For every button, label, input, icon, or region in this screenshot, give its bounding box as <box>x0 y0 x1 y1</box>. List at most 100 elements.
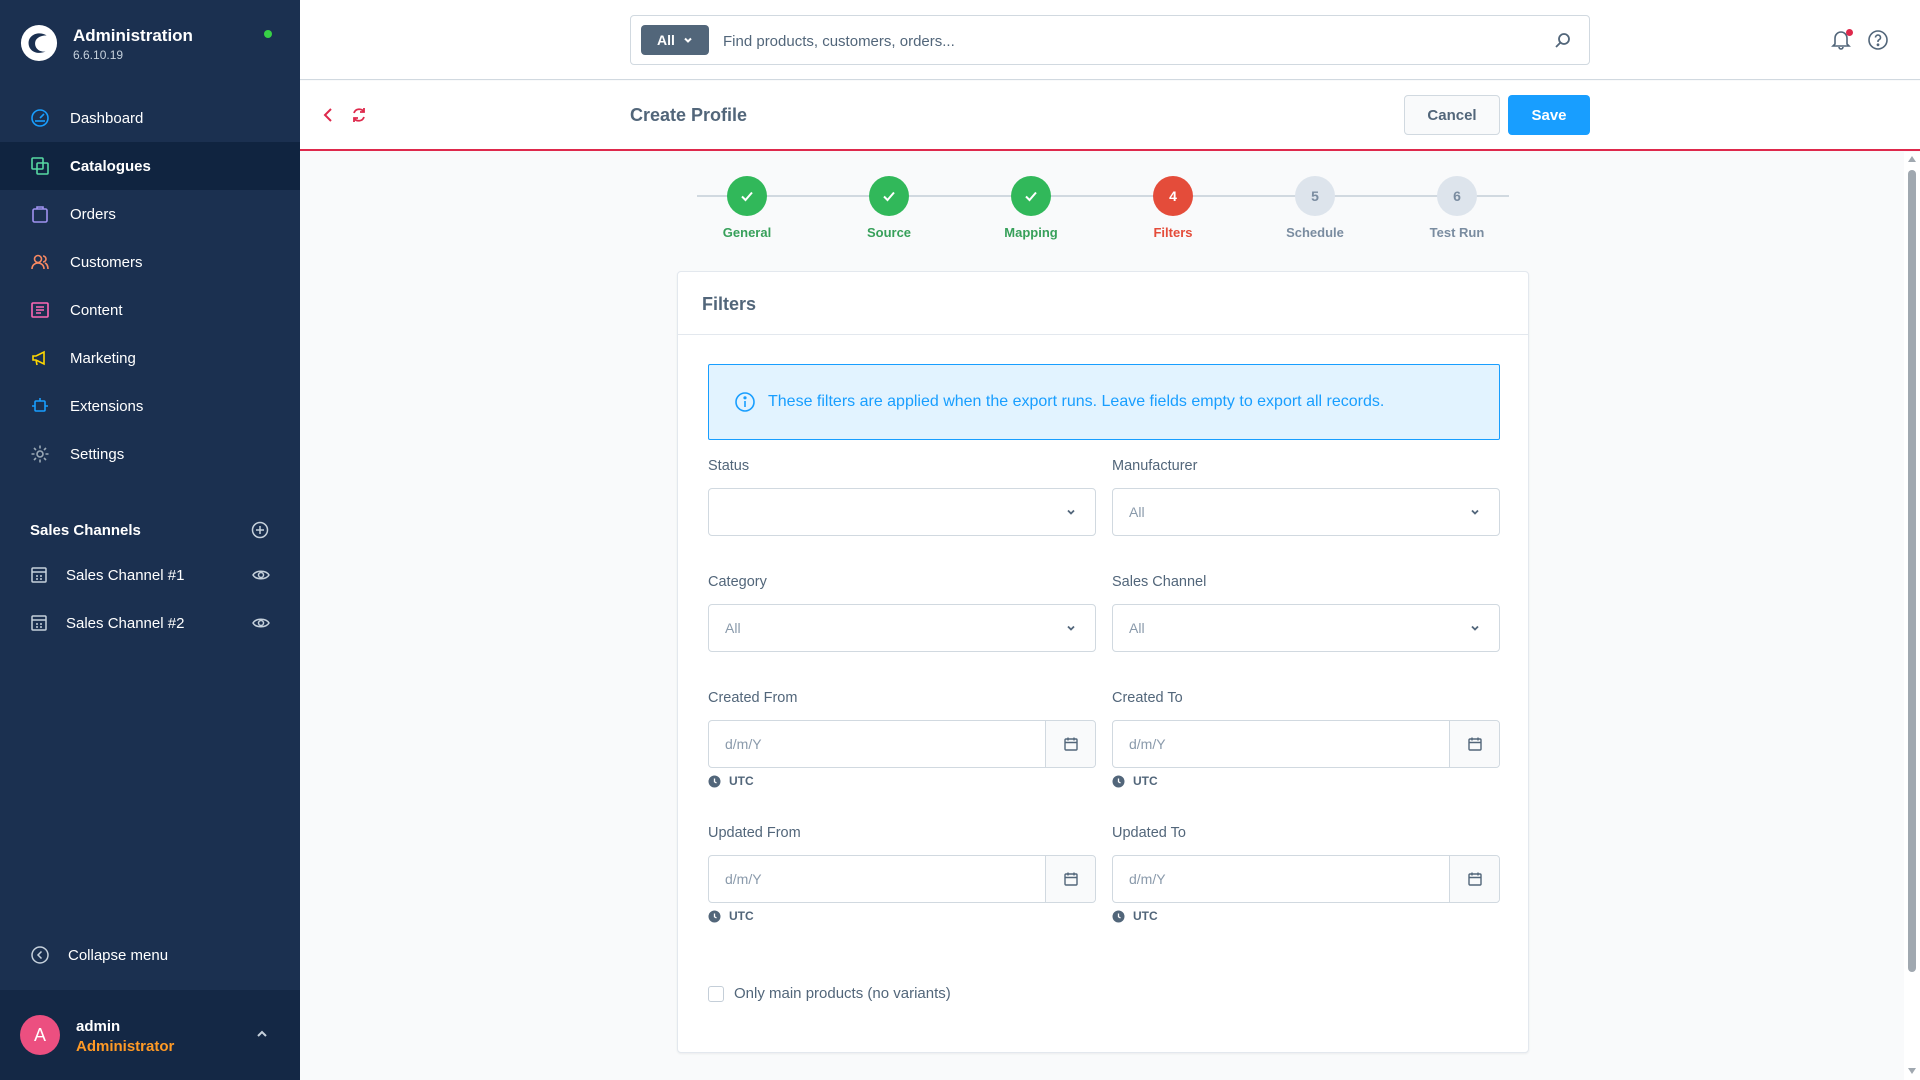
main-products-checkbox-row[interactable]: Only main products (no variants) <box>708 985 951 1002</box>
checkmark-icon <box>727 176 767 216</box>
sidebar-item-catalogues[interactable]: Catalogues <box>0 142 300 190</box>
search-type-select[interactable]: All <box>641 25 709 55</box>
search-type-label: All <box>657 32 675 48</box>
app-version: 6.6.10.19 <box>73 48 124 62</box>
collapse-icon <box>31 946 49 964</box>
scroll-down-icon[interactable] <box>1908 1068 1916 1074</box>
timezone-hint: UTC <box>1112 909 1500 923</box>
collapse-menu-label: Collapse menu <box>68 946 169 964</box>
step-schedule[interactable]: 5 Schedule <box>1265 176 1365 240</box>
reload-icon[interactable] <box>350 105 368 125</box>
field-label: Updated To <box>1112 825 1186 841</box>
field-label: Sales Channel <box>1112 574 1207 590</box>
category-select[interactable]: All <box>708 604 1096 652</box>
sidebar-item-label: Settings <box>70 445 125 463</box>
calendar-icon <box>1063 737 1078 751</box>
step-number: 5 <box>1295 176 1335 216</box>
sidebar-item-settings[interactable]: Settings <box>0 430 300 478</box>
search-icon[interactable] <box>1553 31 1573 51</box>
step-filters[interactable]: 4 Filters <box>1123 176 1223 240</box>
info-icon <box>735 392 755 412</box>
timezone-label: UTC <box>729 909 754 923</box>
shopware-logo-icon <box>20 24 58 62</box>
clock-icon <box>708 910 721 922</box>
eye-icon[interactable] <box>252 566 270 584</box>
manufacturer-select[interactable]: All <box>1112 488 1500 536</box>
chevron-down-icon <box>1067 625 1075 631</box>
field-label: Category <box>708 574 767 590</box>
calendar-button[interactable] <box>1045 721 1095 767</box>
help-icon[interactable] <box>1867 29 1889 51</box>
field-label: Created To <box>1112 690 1183 706</box>
sidebar-item-label: Content <box>70 301 123 319</box>
scroll-thumb[interactable] <box>1908 170 1916 972</box>
info-alert: These filters are applied when the expor… <box>708 364 1500 440</box>
timezone-label: UTC <box>729 774 754 788</box>
select-value: All <box>1129 504 1145 520</box>
cancel-button[interactable]: Cancel <box>1404 95 1500 135</box>
add-sales-channel-icon[interactable] <box>250 520 270 540</box>
updated-to-input[interactable] <box>1113 856 1449 902</box>
user-panel[interactable]: A admin Administrator <box>0 990 300 1080</box>
chevron-down-icon <box>684 37 692 43</box>
chevron-up-icon[interactable] <box>254 1026 270 1042</box>
sidebar-item-label: Extensions <box>70 397 144 415</box>
created-to-input[interactable] <box>1113 721 1449 767</box>
back-arrow-icon[interactable] <box>320 105 336 125</box>
step-source[interactable]: Source <box>839 176 939 240</box>
main-products-checkbox[interactable] <box>708 985 724 1002</box>
sales-channel-field: Sales Channel All <box>1112 574 1500 652</box>
extensions-icon <box>30 396 50 416</box>
select-value: All <box>1129 620 1145 636</box>
status-select[interactable] <box>708 488 1096 536</box>
calendar-icon <box>1063 872 1078 886</box>
calendar-button[interactable] <box>1045 856 1095 902</box>
created-from-input[interactable] <box>709 721 1045 767</box>
storefront-icon <box>31 567 47 583</box>
smart-bar: Create Profile Cancel Save <box>300 81 1920 151</box>
created-to-datepicker <box>1112 720 1500 768</box>
field-label: Updated From <box>708 825 801 841</box>
avatar: A <box>20 1015 60 1055</box>
customers-icon <box>30 252 50 272</box>
chevron-down-icon <box>1067 509 1075 515</box>
sidebar-item-extensions[interactable]: Extensions <box>0 382 300 430</box>
calendar-icon <box>1467 737 1482 751</box>
sidebar-item-dashboard[interactable]: Dashboard <box>0 94 300 142</box>
app-title: Administration <box>73 26 193 45</box>
card-title: Filters <box>702 294 757 314</box>
updated-to-datepicker <box>1112 855 1500 903</box>
eye-icon[interactable] <box>252 614 270 632</box>
step-label: Filters <box>1153 225 1193 240</box>
sidebar-item-content[interactable]: Content <box>0 286 300 334</box>
sales-channel-label: Sales Channel #1 <box>66 566 185 584</box>
clock-icon <box>1112 775 1125 787</box>
sales-channel-select[interactable]: All <box>1112 604 1500 652</box>
scrollbar[interactable] <box>1904 152 1920 1080</box>
created-from-datepicker <box>708 720 1096 768</box>
step-general[interactable]: General <box>697 176 797 240</box>
sidebar-item-customers[interactable]: Customers <box>0 238 300 286</box>
calendar-button[interactable] <box>1449 721 1499 767</box>
timezone-label: UTC <box>1133 774 1158 788</box>
sidebar-item-marketing[interactable]: Marketing <box>0 334 300 382</box>
storefront-icon <box>31 615 47 631</box>
updated-from-input[interactable] <box>709 856 1045 902</box>
sales-channel-item[interactable]: Sales Channel #1 <box>0 551 300 599</box>
scroll-up-icon[interactable] <box>1908 156 1916 162</box>
step-test-run[interactable]: 6 Test Run <box>1407 176 1507 240</box>
checkmark-icon <box>1011 176 1051 216</box>
sidebar-item-orders[interactable]: Orders <box>0 190 300 238</box>
search-input[interactable] <box>723 26 1543 56</box>
step-number: 6 <box>1437 176 1477 216</box>
sidebar-item-label: Dashboard <box>70 109 144 127</box>
save-button[interactable]: Save <box>1508 95 1590 135</box>
updated-to-field: Updated To UTC <box>1112 825 1500 923</box>
global-search: All <box>630 15 1590 65</box>
sales-channel-item[interactable]: Sales Channel #2 <box>0 599 300 647</box>
page-title: Create Profile <box>630 105 748 125</box>
calendar-button[interactable] <box>1449 856 1499 902</box>
orders-icon <box>30 204 50 224</box>
collapse-menu-button[interactable]: Collapse menu <box>30 945 168 965</box>
step-mapping[interactable]: Mapping <box>981 176 1081 240</box>
